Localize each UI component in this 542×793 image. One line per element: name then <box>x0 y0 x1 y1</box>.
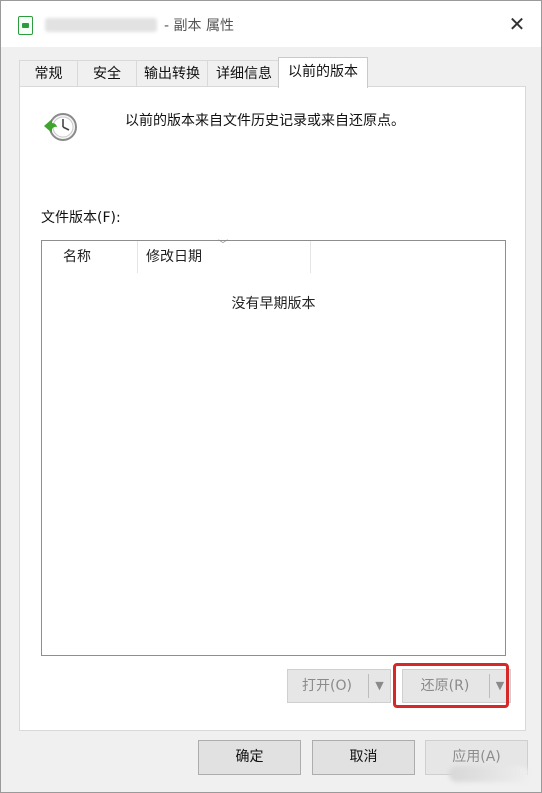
file-versions-list[interactable]: 名称 修改日期 ﹀ 没有早期版本 <box>41 240 506 656</box>
tab-details[interactable]: 详细信息 <box>207 60 281 87</box>
file-versions-label: 文件版本(F): <box>41 210 121 226</box>
sort-chevron-icon: ﹀ <box>218 240 228 251</box>
empty-list-message: 没有早期版本 <box>231 296 316 312</box>
tab-strip: 常规 安全 输出转换 详细信息 以前的版本 <box>19 57 524 88</box>
restore-history-clock-icon <box>44 113 77 141</box>
cancel-button[interactable]: 取消 <box>312 740 415 775</box>
tab-previous-versions[interactable]: 以前的版本 <box>278 57 368 88</box>
properties-dialog: - 副本 属性 ✕ 常规 安全 输出转换 详细信息 以前的版本 以前的版本来自文… <box>0 0 542 793</box>
tab-output-conversion[interactable]: 输出转换 <box>136 60 208 87</box>
open-button[interactable]: 打开(O) <box>288 670 366 702</box>
column-header-name[interactable]: 名称 <box>63 241 91 273</box>
window-title: - 副本 属性 <box>164 18 234 34</box>
close-button[interactable]: ✕ <box>501 9 533 39</box>
column-header-modified-date[interactable]: 修改日期 <box>146 241 202 273</box>
document-icon <box>18 16 33 35</box>
open-dropdown-arrow-icon[interactable]: ▼ <box>369 670 390 702</box>
tab-general[interactable]: 常规 <box>19 60 78 87</box>
blurred-file-name <box>45 18 157 32</box>
ok-button[interactable]: 确定 <box>198 740 301 775</box>
previous-versions-panel: 以前的版本来自文件历史记录或来自还原点。 文件版本(F): 名称 修改日期 ﹀ … <box>19 86 526 731</box>
column-divider[interactable] <box>310 241 311 273</box>
watermark <box>449 766 529 782</box>
versions-description: 以前的版本来自文件历史记录或来自还原点。 <box>125 113 405 129</box>
tab-security[interactable]: 安全 <box>77 60 137 87</box>
open-split-button[interactable]: 打开(O) ▼ <box>287 669 391 703</box>
column-divider[interactable] <box>137 241 138 273</box>
title-bar: - 副本 属性 ✕ <box>1 1 541 47</box>
restore-highlight-box <box>393 663 509 708</box>
